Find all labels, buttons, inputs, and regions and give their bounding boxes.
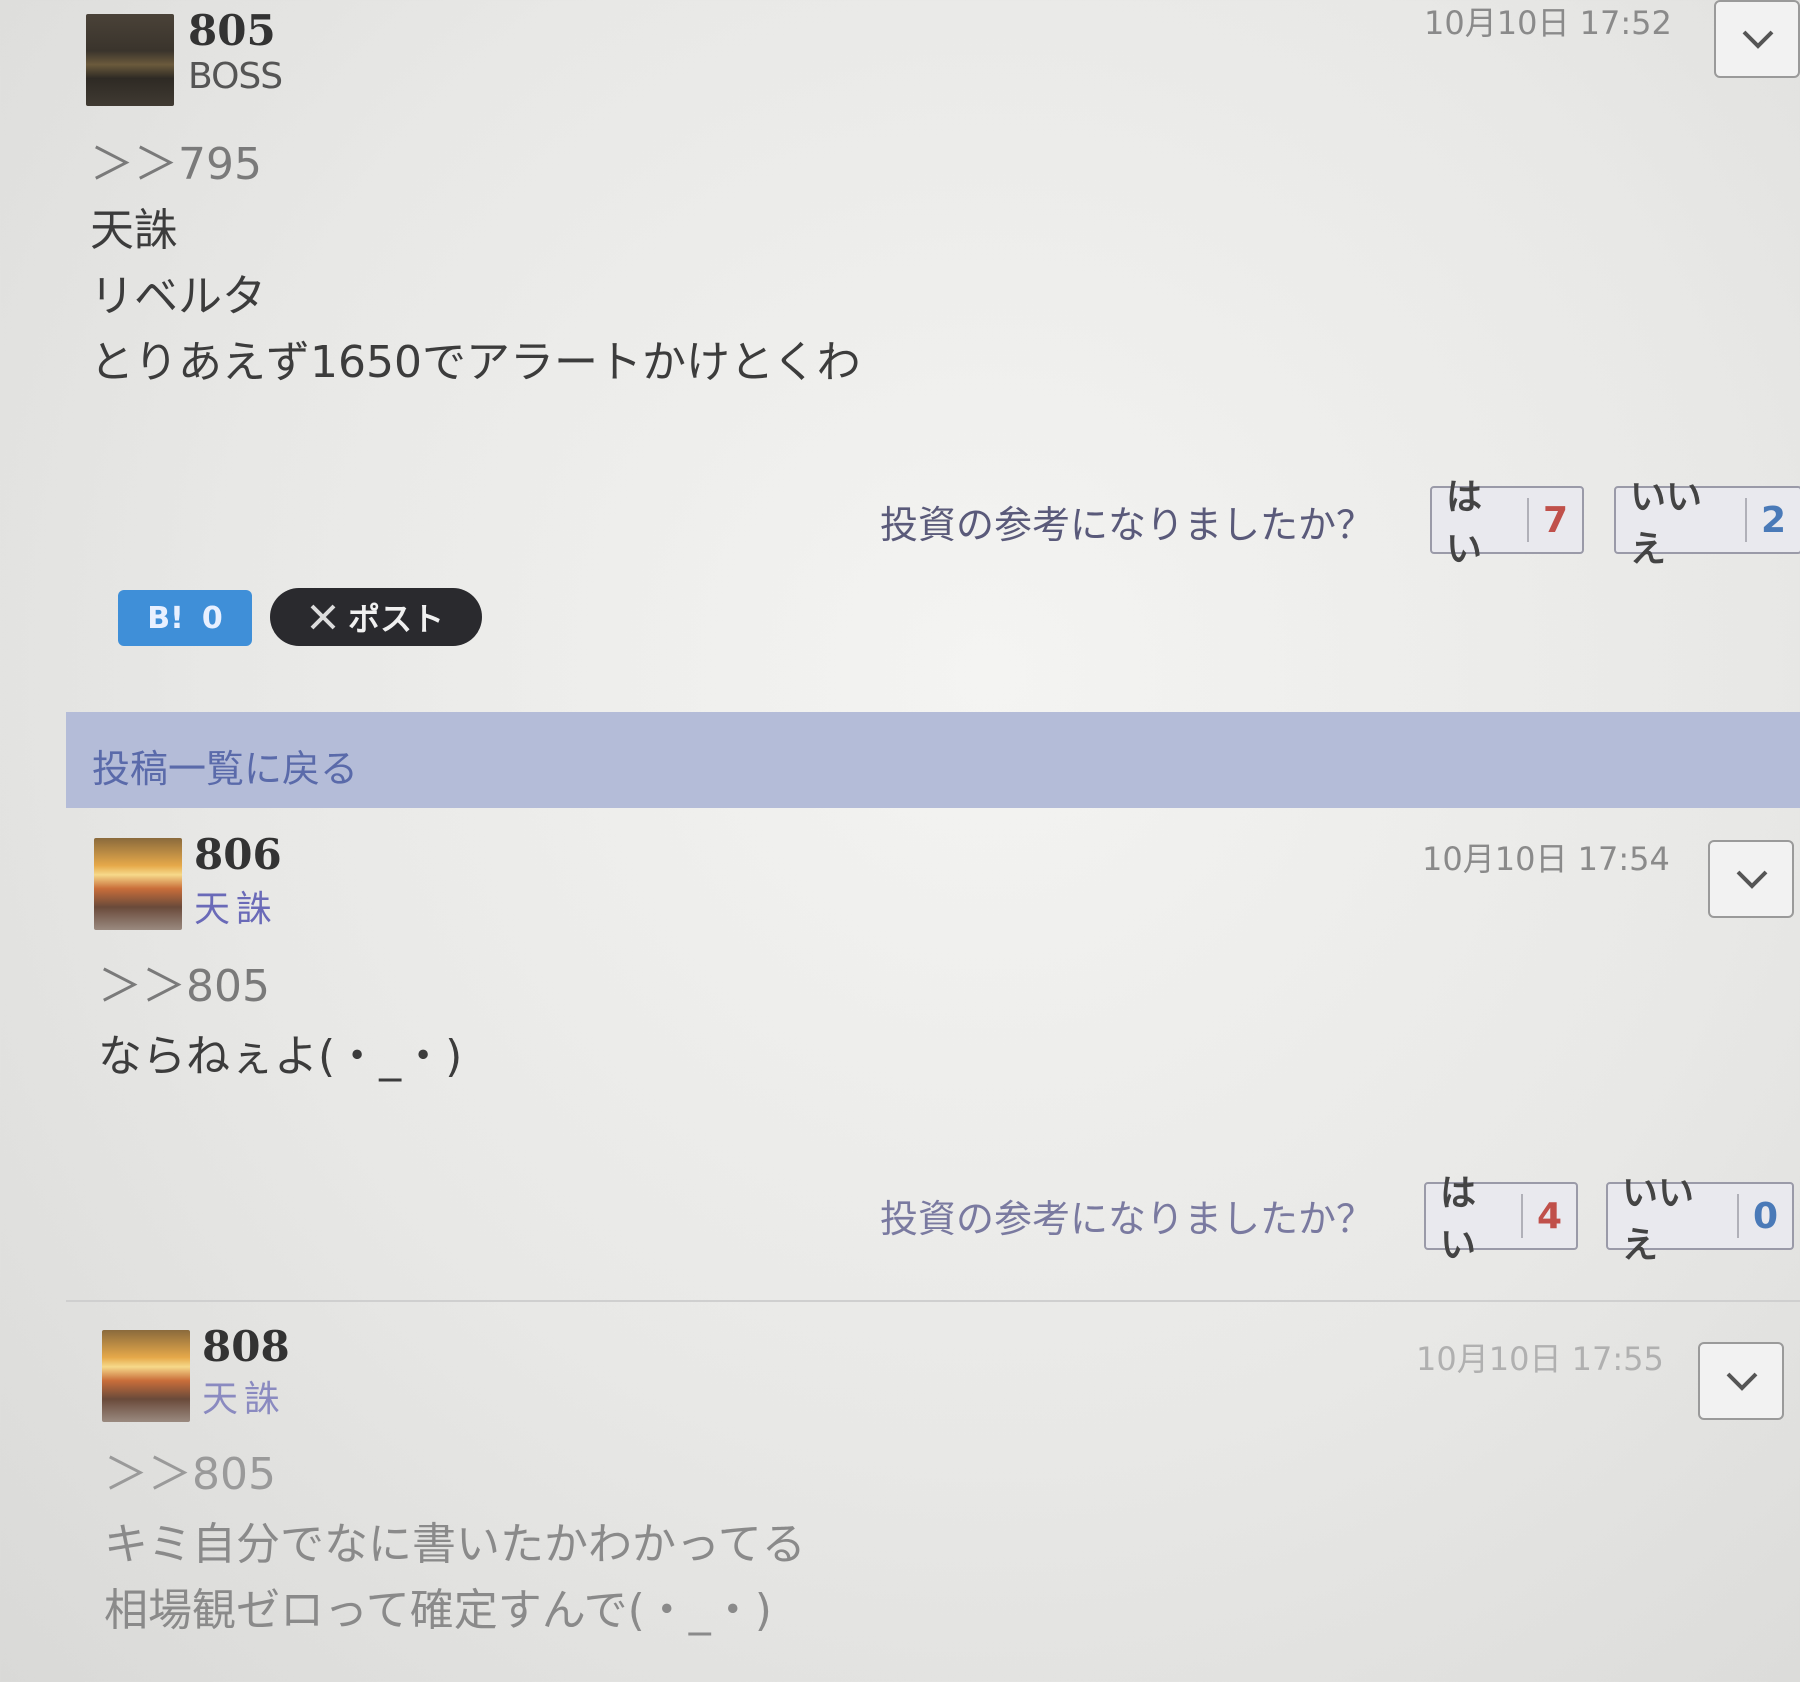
- x-post-label: ポスト: [347, 600, 444, 638]
- body-line: ならねぇよ(・_・): [98, 1031, 463, 1082]
- body-line: 天誅: [90, 205, 178, 256]
- vote-question: 投資の参考になりましたか？: [880, 1197, 1375, 1241]
- x-post-button[interactable]: ポスト: [270, 588, 482, 646]
- reply-anchor-link[interactable]: ＞＞805: [98, 954, 462, 1020]
- body-line: とりあえず1650でアラートかけとくわ: [90, 337, 861, 388]
- post-menu-button[interactable]: [1714, 0, 1800, 78]
- post-body: ＞＞795 天誅 リベルタ とりあえず1650でアラートかけとくわ: [90, 132, 861, 396]
- post-body: ＞＞805 キミ自分でなに書いたかわかってる 相場観ゼロって確定すんで(・_・): [104, 1442, 806, 1644]
- reply-anchor-link[interactable]: ＞＞805: [104, 1442, 806, 1508]
- vote-yes-button[interactable]: はい 7: [1430, 477, 1584, 570]
- hatena-label: B!: [147, 600, 184, 636]
- vote-yes-button[interactable]: はい 4: [1424, 1173, 1578, 1266]
- vote-yes-count: 7: [1526, 498, 1582, 542]
- post-date: 10月10日 17:52: [1424, 4, 1672, 42]
- hatena-count: 0: [201, 600, 223, 636]
- post-menu-button[interactable]: [1698, 1342, 1784, 1420]
- vote-no-label: いいえ: [1630, 477, 1703, 570]
- post-number[interactable]: 805: [188, 6, 276, 55]
- post-number[interactable]: 808: [202, 1322, 290, 1371]
- avatar[interactable]: [94, 838, 182, 930]
- vote-yes-label: はい: [1440, 1173, 1477, 1266]
- chevron-down-icon: [1736, 870, 1768, 889]
- vote-yes-count: 4: [1520, 1194, 1576, 1238]
- avatar[interactable]: [102, 1330, 190, 1422]
- vote-no-count: 0: [1736, 1194, 1792, 1238]
- hatena-bookmark-button[interactable]: B! 0: [118, 590, 252, 646]
- username[interactable]: 天誅: [194, 880, 278, 932]
- body-line: リベルタ: [90, 271, 266, 322]
- vote-yes-label: はい: [1446, 477, 1483, 570]
- vote-no-button[interactable]: いいえ 0: [1606, 1173, 1794, 1266]
- username[interactable]: BOSS: [188, 56, 283, 97]
- vote-no-button[interactable]: いいえ 2: [1614, 477, 1800, 570]
- username[interactable]: 天誅: [202, 1370, 286, 1422]
- post-divider: [66, 1300, 1800, 1302]
- chevron-down-icon: [1742, 30, 1774, 49]
- post-body: ＞＞805 ならねぇよ(・_・): [98, 954, 462, 1090]
- back-to-list-bar[interactable]: 投稿一覧に戻る: [66, 712, 1800, 808]
- post-date: 10月10日 17:54: [1422, 840, 1670, 878]
- body-line: 相場観ゼロって確定すんで(・_・): [104, 1585, 772, 1636]
- reply-anchor-link[interactable]: ＞＞795: [90, 132, 861, 198]
- x-logo-icon: [310, 604, 336, 630]
- vote-no-label: いいえ: [1622, 1173, 1695, 1266]
- avatar[interactable]: [86, 14, 174, 106]
- vote-no-count: 2: [1744, 498, 1800, 542]
- back-to-list-link[interactable]: 投稿一覧に戻る: [92, 738, 358, 793]
- post-menu-button[interactable]: [1708, 840, 1794, 918]
- chevron-down-icon: [1726, 1372, 1758, 1391]
- post-number[interactable]: 806: [194, 830, 282, 879]
- vote-question: 投資の参考になりましたか？: [880, 503, 1375, 547]
- body-line: キミ自分でなに書いたかわかってる: [104, 1519, 806, 1570]
- post-date: 10月10日 17:55: [1416, 1340, 1664, 1378]
